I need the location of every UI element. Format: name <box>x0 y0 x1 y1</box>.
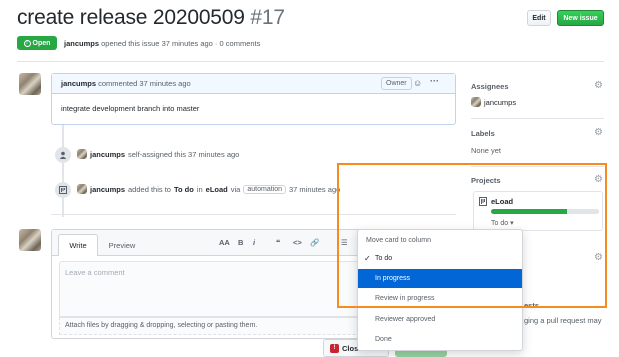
comment-placeholder: Leave a comment <box>65 268 125 277</box>
issue-open-icon: ! <box>23 39 31 47</box>
more-options-icon[interactable]: ··· <box>430 76 439 86</box>
issue-title: create release 20200509 #17 <box>17 6 285 30</box>
timeline-event-project: jancumps added this to To do in eLoad vi… <box>77 184 340 194</box>
event-column: To do <box>173 184 194 194</box>
comment-header: jancumps commented 37 minutes ago Owner … <box>52 74 455 94</box>
assignees-title: Assignees <box>471 82 509 91</box>
menu-item-reviewer-approved[interactable]: Reviewer approved <box>358 310 522 329</box>
event-via-text: via <box>230 184 241 194</box>
event-author-link[interactable]: jancumps <box>90 185 125 194</box>
timeline-event-assigned: jancumps self-assigned this 37 minutes a… <box>77 149 239 159</box>
menu-item-done[interactable]: Done <box>358 330 522 349</box>
tab-preview[interactable]: Preview <box>100 234 144 256</box>
event-text: self-assigned this 37 minutes ago <box>128 149 240 159</box>
header-divider <box>17 61 604 62</box>
highlight-annotation <box>337 163 607 308</box>
owner-label: Owner <box>381 77 412 90</box>
event-added-text: added this to <box>128 184 171 194</box>
edit-button[interactable]: Edit <box>527 10 551 26</box>
gear-icon[interactable]: ⚙ <box>594 128 604 138</box>
labels-value: None yet <box>471 146 502 155</box>
new-issue-button[interactable]: New issue <box>557 10 604 26</box>
bold-icon[interactable]: B <box>238 238 243 247</box>
comment-author-link[interactable]: jancumps <box>61 79 96 88</box>
linked-pr-text-partial: ging a pull request may <box>524 316 602 325</box>
issue-comment: jancumps commented 37 minutes ago Owner … <box>51 73 456 125</box>
assignee-entry[interactable]: jancumps <box>471 97 516 107</box>
automation-label: automation <box>243 184 286 194</box>
code-icon[interactable]: <> <box>293 238 302 247</box>
close-issue-icon: ! <box>330 343 339 353</box>
issue-meta-text: opened this issue 37 minutes ago · 0 com… <box>101 39 261 48</box>
gear-icon[interactable]: ⚙ <box>594 81 604 91</box>
event-time: 37 minutes ago <box>289 184 341 194</box>
timeline-line <box>62 125 64 217</box>
state-badge: ! Open <box>17 36 57 50</box>
menu-item-label: Done <box>375 336 392 343</box>
text-size-icon[interactable]: AA <box>219 238 230 247</box>
event-author-link[interactable]: jancumps <box>90 150 125 159</box>
avatar[interactable] <box>19 229 41 251</box>
event-project-link[interactable]: eLoad <box>206 185 228 194</box>
avatar <box>471 97 481 107</box>
quote-icon[interactable]: ❝ <box>276 238 280 247</box>
avatar[interactable] <box>77 149 87 159</box>
italic-icon[interactable]: i <box>253 238 255 247</box>
event-in-text: in <box>196 184 203 194</box>
sidebar-divider <box>471 118 604 119</box>
avatar[interactable] <box>77 184 87 194</box>
comment-body: integrate development branch into master <box>61 104 200 113</box>
comment-meta: jancumps commented 37 minutes ago <box>61 79 191 88</box>
assignee-name: jancumps <box>484 97 517 107</box>
comment-action: commented 37 minutes ago <box>98 79 191 88</box>
avatar[interactable] <box>19 73 41 95</box>
issue-title-text: create release 20200509 <box>17 6 245 29</box>
state-label: Open <box>32 39 51 47</box>
person-icon <box>55 147 71 163</box>
project-icon <box>55 182 71 198</box>
tab-write[interactable]: Write <box>58 234 98 256</box>
labels-title: Labels <box>471 129 495 138</box>
issue-author-link[interactable]: jancumps <box>64 39 99 48</box>
issue-number: #17 <box>250 6 285 29</box>
link-icon[interactable]: 🔗 <box>310 238 319 247</box>
reaction-smiley-icon[interactable]: ☺ <box>413 78 422 88</box>
menu-item-label: Reviewer approved <box>375 316 436 323</box>
issue-meta: jancumps opened this issue 37 minutes ag… <box>64 39 260 48</box>
